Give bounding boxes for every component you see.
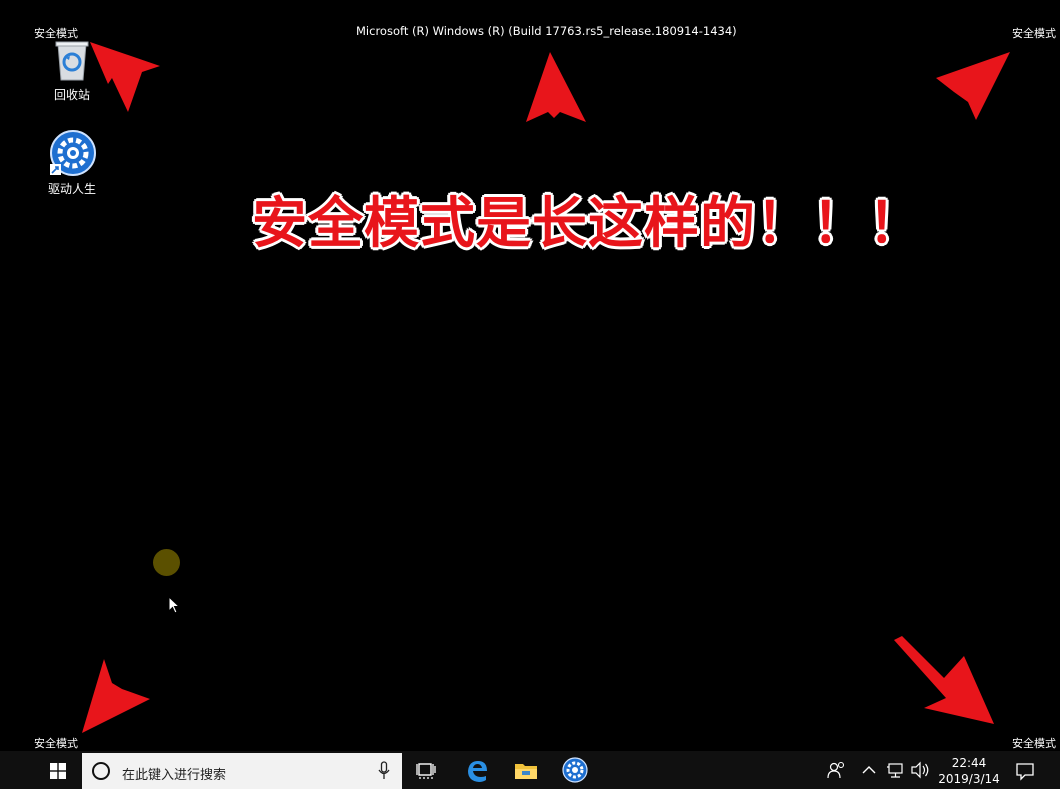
search-input[interactable]: 在此键入进行搜索 xyxy=(82,753,402,789)
cursor-highlight xyxy=(153,549,180,576)
search-placeholder: 在此键入进行搜索 xyxy=(122,768,227,783)
desktop-icon-driver-life[interactable]: 驱动人生 xyxy=(34,130,110,197)
cortana-icon xyxy=(92,762,110,780)
safe-mode-label-bottom-left: 安全模式 xyxy=(34,737,78,750)
taskbar: 在此键入进行搜索 22:44 2019/3/14 xyxy=(0,751,1060,789)
clock-time[interactable]: 22:44 xyxy=(940,755,998,771)
build-info: Microsoft (R) Windows (R) (Build 17763.r… xyxy=(356,24,737,38)
action-center-icon[interactable] xyxy=(1010,755,1040,785)
file-explorer-icon[interactable] xyxy=(511,755,541,785)
driver-life-icon[interactable] xyxy=(560,755,590,785)
microphone-icon[interactable] xyxy=(378,761,390,781)
safe-mode-label-bottom-right: 安全模式 xyxy=(1012,737,1056,750)
show-hidden-icons-chevron-up-icon[interactable] xyxy=(857,755,881,785)
arrow-bottom-left xyxy=(82,659,150,733)
arrow-top-center xyxy=(526,52,586,122)
windows-logo-icon xyxy=(50,763,66,779)
arrow-top-left xyxy=(90,42,160,112)
arrow-top-right xyxy=(936,52,1010,120)
start-button[interactable] xyxy=(40,751,76,789)
volume-icon[interactable] xyxy=(908,755,932,785)
task-view-icon[interactable] xyxy=(412,755,442,785)
mouse-cursor-icon xyxy=(168,596,181,614)
people-icon[interactable] xyxy=(822,755,852,785)
annotation-text: 安全模式是长这样的！！！ xyxy=(252,191,925,255)
arrow-bottom-right xyxy=(894,636,994,724)
desktop-icon-label: 驱动人生 xyxy=(47,182,96,196)
network-icon[interactable] xyxy=(884,755,908,785)
driver-life-gear-icon xyxy=(48,130,96,178)
edge-icon[interactable] xyxy=(462,755,492,785)
safe-mode-label-top-right: 安全模式 xyxy=(1012,27,1056,40)
clock-date[interactable]: 2019/3/14 xyxy=(936,772,1002,786)
